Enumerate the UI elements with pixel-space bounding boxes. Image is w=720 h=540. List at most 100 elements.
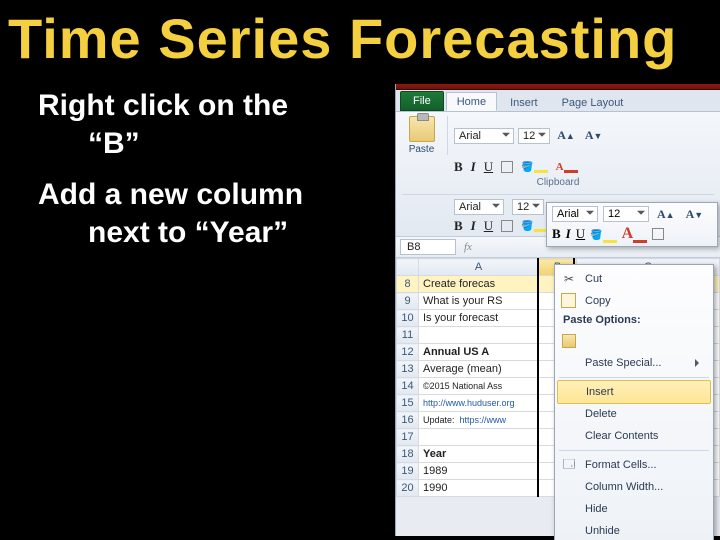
ctx-paste-special[interactable]: Paste Special... <box>555 352 713 374</box>
ctx-paste-options-label: Paste Options: <box>555 312 713 330</box>
copy-icon <box>561 293 577 309</box>
cell[interactable]: http://www.huduser.org <box>419 395 539 412</box>
format-cells-icon: 🗔 <box>561 457 577 473</box>
font-size-dropdown[interactable]: 12 <box>518 128 550 144</box>
clipboard-icon <box>409 116 435 142</box>
scissors-icon: ✂ <box>561 271 577 287</box>
row-header[interactable]: 8 <box>397 276 419 293</box>
col-header-a[interactable]: A <box>419 259 539 276</box>
ctx-paste-special-label: Paste Special... <box>585 357 661 369</box>
cell[interactable]: Annual US A <box>419 344 539 361</box>
instruction-line-2a: Add a new column <box>38 176 400 214</box>
row-header[interactable]: 18 <box>397 446 419 463</box>
ctx-copy-label: Copy <box>585 295 611 307</box>
ctx-clear[interactable]: Clear Contents <box>555 425 713 447</box>
row-header[interactable]: 9 <box>397 293 419 310</box>
ctx-format-cells[interactable]: 🗔 Format Cells... <box>555 454 713 476</box>
ctx-paste-option-1[interactable] <box>555 330 713 352</box>
row-header[interactable]: 15 <box>397 395 419 412</box>
cell[interactable]: Create forecas <box>419 276 539 293</box>
blank-icon <box>561 428 577 444</box>
row-header[interactable]: 13 <box>397 361 419 378</box>
border-button[interactable] <box>501 161 513 173</box>
italic-button-2[interactable]: I <box>471 218 476 234</box>
mini-font-color[interactable]: A <box>622 225 648 243</box>
font-name-dropdown[interactable]: Arial <box>454 128 514 144</box>
mini-underline[interactable]: U <box>576 226 585 242</box>
row-header[interactable]: 14 <box>397 378 419 395</box>
italic-button[interactable]: I <box>471 159 476 175</box>
underline-button-2[interactable]: U <box>484 218 493 234</box>
row-header[interactable]: 11 <box>397 327 419 344</box>
tab-home[interactable]: Home <box>446 92 497 111</box>
cell[interactable]: 1989 <box>419 463 539 480</box>
font-color-button[interactable]: A <box>556 161 578 173</box>
mini-font-name[interactable]: Arial <box>552 206 598 222</box>
cell[interactable] <box>419 429 539 446</box>
ribbon-tabs: File Home Insert Page Layout <box>396 90 720 112</box>
ctx-delete-label: Delete <box>585 408 617 420</box>
mini-bold[interactable]: B <box>552 226 561 242</box>
shrink-font-button[interactable]: A▼ <box>582 128 606 143</box>
row-header[interactable]: 19 <box>397 463 419 480</box>
instruction-line-1b: “B” <box>38 125 400 163</box>
ctx-delete[interactable]: Delete <box>555 403 713 425</box>
context-menu: ✂ Cut Copy Paste Options: Paste Special.… <box>554 264 714 540</box>
paste-group[interactable]: Paste <box>402 116 448 155</box>
cell[interactable]: What is your RS <box>419 293 539 310</box>
border-button-2[interactable] <box>501 220 513 232</box>
cell[interactable] <box>419 327 539 344</box>
tab-file[interactable]: File <box>400 91 444 111</box>
cell[interactable]: Is your forecast <box>419 310 539 327</box>
ctx-format-label: Format Cells... <box>585 459 657 471</box>
ctx-hide[interactable]: Hide <box>555 498 713 520</box>
tab-page-layout[interactable]: Page Layout <box>551 93 635 111</box>
row-header[interactable]: 20 <box>397 480 419 497</box>
ctx-col-width-label: Column Width... <box>585 481 663 493</box>
ctx-unhide[interactable]: Unhide <box>555 520 713 540</box>
ctx-copy[interactable]: Copy <box>555 290 713 312</box>
row-header[interactable]: 10 <box>397 310 419 327</box>
instructions-block: Right click on the “B” Add a new column … <box>0 71 400 251</box>
underline-button[interactable]: U <box>484 159 493 175</box>
tab-insert[interactable]: Insert <box>499 93 549 111</box>
ctx-insert[interactable]: Insert <box>557 380 711 404</box>
mini-grow-font[interactable]: A▲ <box>654 207 678 222</box>
fill-color-button-2[interactable]: 🪣 <box>521 220 547 232</box>
instruction-line-1a: Right click on the <box>38 87 400 125</box>
row-header[interactable]: 16 <box>397 412 419 429</box>
fill-color-button[interactable]: 🪣 <box>521 161 547 173</box>
cell[interactable]: ©2015 National Ass <box>419 378 539 395</box>
bold-button-2[interactable]: B <box>454 218 463 234</box>
mini-border[interactable] <box>652 228 664 240</box>
slide-title: Time Series Forecasting <box>0 0 720 71</box>
mini-italic[interactable]: I <box>566 226 571 242</box>
ctx-insert-label: Insert <box>586 386 614 398</box>
ctx-unhide-label: Unhide <box>585 525 620 537</box>
cell[interactable]: Update: https://www <box>419 412 539 429</box>
ctx-hide-label: Hide <box>585 503 608 515</box>
select-all-corner[interactable] <box>397 259 419 276</box>
row-header[interactable]: 12 <box>397 344 419 361</box>
font-size-dropdown-2[interactable]: 12 <box>512 199 544 215</box>
bold-button[interactable]: B <box>454 159 463 175</box>
blank-icon <box>561 406 577 422</box>
row-header[interactable]: 17 <box>397 429 419 446</box>
cell[interactable]: 1990 <box>419 480 539 497</box>
clipboard-icon <box>561 333 577 349</box>
blank-icon <box>561 479 577 495</box>
name-box[interactable]: B8 <box>400 239 456 255</box>
chevron-right-icon <box>695 359 703 367</box>
cell[interactable]: Average (mean) <box>419 361 539 378</box>
cell[interactable]: Year <box>419 446 539 463</box>
ctx-cut[interactable]: ✂ Cut <box>555 268 713 290</box>
ctx-column-width[interactable]: Column Width... <box>555 476 713 498</box>
mini-fill-color[interactable]: 🪣 <box>590 225 616 243</box>
mini-shrink-font[interactable]: A▼ <box>683 207 707 222</box>
mini-font-size[interactable]: 12 <box>603 206 649 222</box>
fx-icon[interactable]: fx <box>464 241 472 253</box>
font-name-dropdown-2[interactable]: Arial <box>454 199 504 215</box>
ctx-separator <box>559 450 709 451</box>
grow-font-button[interactable]: A▲ <box>554 128 578 143</box>
blank-icon <box>561 501 577 517</box>
